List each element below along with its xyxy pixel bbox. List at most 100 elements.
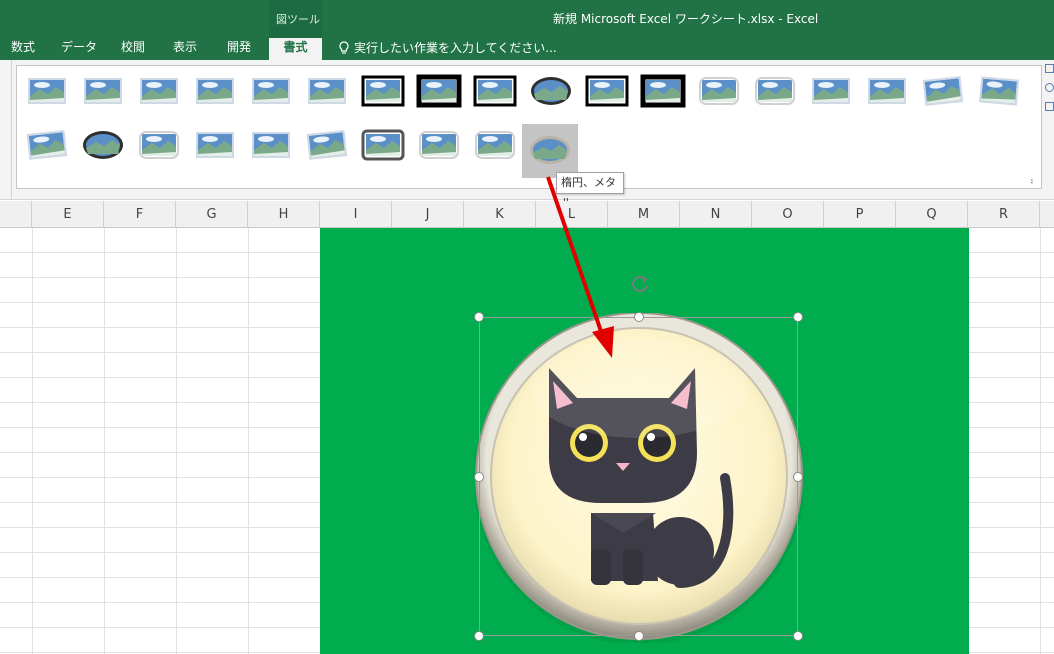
picture-style-thumbnail-icon	[306, 130, 348, 160]
picture-style-item[interactable]	[752, 72, 798, 112]
picture-style-item[interactable]	[472, 126, 518, 166]
picture-style-thumbnail-icon	[812, 78, 850, 104]
picture-style-item[interactable]	[192, 72, 238, 112]
picture-style-thumbnail-icon	[361, 129, 405, 161]
picture-style-thumbnail-icon	[28, 78, 66, 104]
picture-style-thumbnail-icon	[475, 131, 515, 159]
window-title: 新規 Microsoft Excel ワークシート.xlsx - Excel	[553, 12, 819, 26]
column-l-header[interactable]: L	[536, 201, 608, 228]
picture-style-item[interactable]	[136, 126, 182, 166]
tab-format[interactable]: 書式	[269, 38, 322, 60]
picture-style-thumbnail-icon	[252, 132, 290, 158]
selection-frame	[479, 317, 798, 636]
picture-style-item[interactable]	[248, 126, 294, 166]
picture-style-thumbnail-icon	[640, 74, 686, 108]
picture-style-item[interactable]	[80, 126, 126, 166]
tab-formulas[interactable]: 数式	[0, 38, 46, 60]
column-m-header[interactable]: M	[608, 201, 680, 228]
picture-style-item[interactable]	[976, 72, 1022, 112]
style-tooltip: 楕円、メタル	[556, 172, 624, 209]
tab-data[interactable]: データ	[48, 38, 110, 60]
gallery-dialog-launcher-icon[interactable]: ⠆	[1030, 177, 1037, 187]
layout-icon[interactable]	[1045, 102, 1054, 111]
picture-style-item[interactable]	[304, 72, 350, 112]
tell-me-box[interactable]: 実行したい作業を入力してください...	[338, 39, 557, 56]
column-j-header[interactable]: J	[392, 201, 464, 228]
picture-style-thumbnail-icon	[196, 78, 234, 104]
column-header: D E F G H I J K L M N O P Q R	[0, 201, 1054, 228]
picture-style-item[interactable]	[696, 72, 742, 112]
resize-handle-left[interactable]	[474, 472, 484, 482]
picture-style-thumbnail-icon	[252, 78, 290, 104]
column-o-header[interactable]: O	[752, 201, 824, 228]
resize-handle-bottom-right[interactable]	[793, 631, 803, 641]
picture-style-thumbnail-icon	[83, 131, 123, 159]
column-n-header[interactable]: N	[680, 201, 752, 228]
picture-style-metal-oval[interactable]	[522, 124, 578, 178]
picture-style-thumbnail-icon	[530, 136, 570, 164]
resize-handle-bottom-left[interactable]	[474, 631, 484, 641]
picture-style-thumbnail-icon	[922, 76, 964, 106]
border-icon[interactable]	[1045, 64, 1054, 73]
picture-style-thumbnail-icon	[84, 78, 122, 104]
column-q-header[interactable]: Q	[896, 201, 968, 228]
picture-style-item[interactable]	[80, 72, 126, 112]
picture-style-thumbnail-icon	[699, 77, 739, 105]
column-g-header[interactable]: G	[176, 201, 248, 228]
picture-style-item[interactable]	[640, 72, 686, 112]
picture-style-thumbnail-icon	[868, 78, 906, 104]
picture-style-thumbnail-icon	[26, 130, 68, 160]
picture-style-thumbnail-icon	[196, 132, 234, 158]
resize-handle-top-left[interactable]	[474, 312, 484, 322]
picture-style-item[interactable]	[248, 72, 294, 112]
picture-style-item[interactable]	[864, 72, 910, 112]
tab-review[interactable]: 校閲	[110, 38, 156, 60]
picture-style-thumbnail-icon	[308, 78, 346, 104]
picture-style-thumbnail-icon	[139, 131, 179, 159]
column-f-header[interactable]: F	[104, 201, 176, 228]
resize-handle-top-right[interactable]	[793, 312, 803, 322]
column-d-header[interactable]: D	[0, 201, 32, 228]
picture-style-thumbnail-icon	[416, 74, 462, 108]
column-p-header[interactable]: P	[824, 201, 896, 228]
lightbulb-icon	[339, 40, 349, 54]
picture-style-item[interactable]	[416, 72, 462, 112]
picture-style-thumbnail-icon	[979, 76, 1020, 106]
ribbon-left-edge	[0, 60, 12, 200]
picture-style-thumbnail-icon	[419, 131, 459, 159]
picture-style-item[interactable]	[416, 126, 462, 166]
resize-handle-bottom[interactable]	[634, 631, 644, 641]
effects-icon[interactable]	[1045, 83, 1054, 92]
picture-style-item[interactable]	[584, 72, 630, 112]
column-e-header[interactable]: E	[32, 201, 104, 228]
column-i-header[interactable]: I	[320, 201, 392, 228]
column-r-header[interactable]: R	[968, 201, 1040, 228]
tell-me-text: 実行したい作業を入力してください...	[354, 41, 557, 55]
picture-style-thumbnail-icon	[755, 77, 795, 105]
resize-handle-right[interactable]	[793, 472, 803, 482]
context-group-label: 図ツール	[276, 13, 320, 26]
column-h-header[interactable]: H	[248, 201, 320, 228]
picture-style-item[interactable]	[808, 72, 854, 112]
picture-style-item[interactable]	[136, 72, 182, 112]
picture-style-thumbnail-icon	[140, 78, 178, 104]
picture-style-item[interactable]	[360, 72, 406, 112]
picture-style-item[interactable]	[528, 72, 574, 112]
picture-style-thumbnail-icon	[473, 75, 517, 107]
picture-style-item[interactable]	[472, 72, 518, 112]
resize-handle-top[interactable]	[634, 312, 644, 322]
picture-style-item[interactable]	[192, 126, 238, 166]
rotate-handle-icon[interactable]	[629, 273, 651, 295]
picture-style-item[interactable]	[24, 72, 70, 112]
tab-developer[interactable]: 開発	[216, 38, 262, 60]
column-k-header[interactable]: K	[464, 201, 536, 228]
picture-style-thumbnail-icon	[361, 75, 405, 107]
side-format-icons	[1045, 64, 1054, 121]
tab-view[interactable]: 表示	[162, 38, 208, 60]
picture-style-thumbnail-icon	[531, 77, 571, 105]
picture-style-thumbnail-icon	[585, 75, 629, 107]
picture-style-item[interactable]	[360, 126, 406, 166]
picture-style-item[interactable]	[24, 126, 70, 166]
picture-style-item[interactable]	[304, 126, 350, 166]
picture-style-item[interactable]	[920, 72, 966, 112]
